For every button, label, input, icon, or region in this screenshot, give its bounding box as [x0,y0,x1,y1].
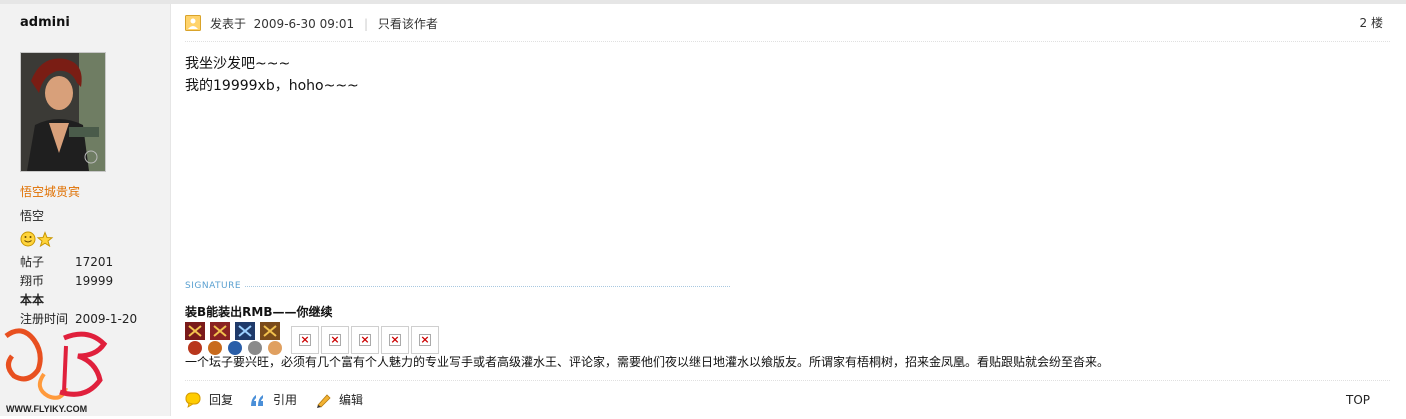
signature-dotted-line [245,285,730,287]
author-username[interactable]: admini [20,15,70,30]
broken-image-icon: × [351,326,379,354]
quote-icon [251,394,263,406]
posted-label: 发表于 [210,17,247,31]
signature-text: 一个坛子要兴旺，必须有几个富有个人魅力的专业写手或者高级灌水王、评论家，需要他们… [185,355,1110,369]
quote-button[interactable]: 引用 [249,391,297,408]
broken-image-icon: × [411,326,439,354]
logo-text: WWW.FLYIKY.COM [6,404,87,414]
avatar-image [21,53,105,171]
stat-label: 帖子 [20,255,45,269]
signature-label: SIGNATURE [185,281,242,291]
signature-badge-image [185,322,289,356]
stat-label: 翔币 [20,274,45,288]
post-content: 我坐沙发吧~~~ 我的19999xb，hoho~~~ [185,53,359,97]
user-nickname: 悟空 [20,209,45,223]
stat-label: 注册时间 [20,312,69,326]
stat-value: 17201 [75,255,114,269]
signature-divider: SIGNATURE [185,281,730,291]
stat-coins: 翔币 19999 [20,272,113,289]
back-to-top-link[interactable]: TOP [1346,393,1370,407]
stat-value: 19999 [75,274,114,288]
stat-value: 2009-1-20 [75,312,138,326]
content-line: 我的19999xb，hoho~~~ [185,78,359,94]
stat-register-date: 注册时间 2009-1-20 [20,310,137,327]
floor-number[interactable]: 2 楼 [1360,14,1383,31]
stat-benben: 本本 [20,291,75,308]
posted-time: 2009-6-30 09:01 [253,17,355,31]
quote-label: 引用 [273,393,298,407]
broken-image-icon: × [381,326,409,354]
edit-button[interactable]: 编辑 [315,391,363,408]
signature-images: × × × × × [185,322,439,356]
meta-separator: | [363,17,369,31]
edit-label: 编辑 [339,393,364,407]
star-medal-icon [36,231,54,248]
broken-image-icon: × [321,326,349,354]
medal-row [20,231,54,248]
post-actions: 回复 引用 编辑 TOP [185,380,1390,411]
broken-image-icon: × [291,326,319,354]
site-logo: WWW.FLYIKY.COM [4,326,110,416]
stat-posts: 帖子 17201 [20,253,113,270]
user-group-title[interactable]: 悟空城贵宾 [20,183,80,200]
author-only-link[interactable]: 只看该作者 [378,17,438,31]
author-sidebar: admini 悟空城贵宾 悟空 帖子 17201 翔币 19999 本本 注册时… [0,4,171,416]
post-header: 发表于 2009-6-30 09:01 | 只看该作者 2 楼 [185,4,1390,42]
post-body: 发表于 2009-6-30 09:01 | 只看该作者 2 楼 我坐沙发吧~~~… [185,4,1390,416]
signature-title: 装B能装出RMB——你继续 [185,305,333,319]
content-line: 我坐沙发吧~~~ [185,56,291,72]
post-icon [185,15,201,31]
pencil-icon [317,393,331,408]
smiley-medal-icon [20,231,36,247]
post-meta: 发表于 2009-6-30 09:01 | 只看该作者 [210,15,438,32]
reply-icon [185,392,201,408]
reply-button[interactable]: 回复 [185,391,233,408]
reply-label: 回复 [209,393,234,407]
stat-label: 本本 [20,293,45,307]
avatar[interactable] [20,52,106,172]
